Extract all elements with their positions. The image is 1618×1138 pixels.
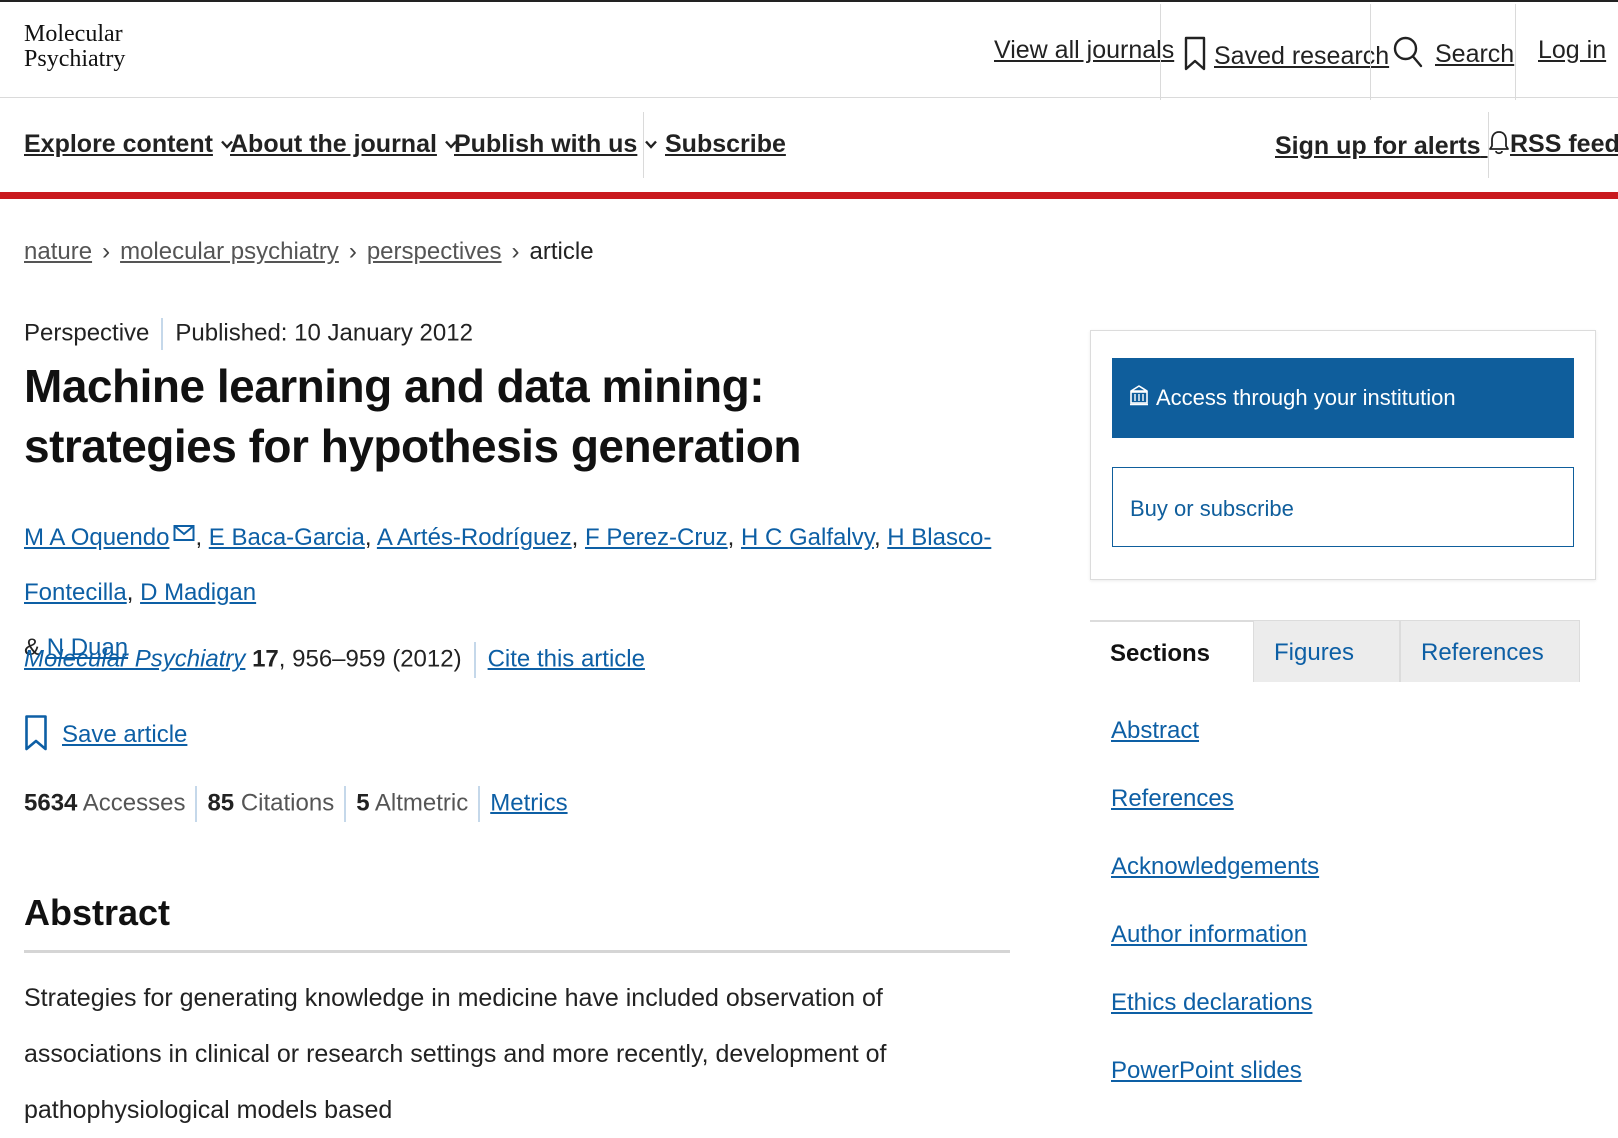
access-box: Access through your institution Buy or s… — [1090, 330, 1596, 580]
altmetric-label: Altmetric — [374, 789, 469, 817]
access-through-institution-button[interactable]: Access through your institution — [1112, 358, 1574, 438]
abstract-heading: Abstract — [24, 892, 171, 933]
section-divider — [24, 950, 1010, 953]
sign-up-alerts-link[interactable]: Sign up for alerts — [1275, 130, 1510, 161]
chevron-right-icon: › — [348, 238, 357, 265]
institution-icon — [1130, 385, 1148, 406]
divider — [344, 786, 347, 822]
divider — [195, 786, 198, 822]
chevron-right-icon: › — [511, 238, 520, 265]
brand-accent-bar — [0, 192, 1618, 199]
search-label: Search — [1435, 40, 1515, 68]
sidebar-tabs: Sections Figures References — [1090, 620, 1580, 682]
nav-explore-content[interactable]: Explore content — [24, 130, 233, 159]
metrics-link[interactable]: Metrics — [490, 789, 567, 816]
section-link-ethics-declarations[interactable]: Ethics declarations — [1111, 989, 1312, 1017]
chevron-down-icon — [645, 140, 658, 149]
saved-research-button[interactable]: Saved research — [1184, 36, 1389, 72]
saved-research-label: Saved research — [1214, 42, 1390, 70]
tab-sections[interactable]: Sections — [1090, 620, 1253, 682]
author-link[interactable]: E Baca-Garcia — [209, 524, 365, 551]
cite-this-article-link[interactable]: Cite this article — [488, 645, 645, 672]
sign-up-alerts-label: Sign up for alerts — [1275, 132, 1481, 160]
nav-explore-content-label: Explore content — [24, 130, 213, 158]
log-in-link[interactable]: Log in — [1538, 36, 1606, 65]
article-metrics: 5634 Accesses 85 Citations 5 Altmetric Metr… — [24, 786, 568, 822]
breadcrumb-current: article — [529, 238, 594, 265]
author-link[interactable]: M A Oquendo — [24, 524, 169, 551]
citations-label: Citations — [240, 789, 335, 817]
save-article-button[interactable]: Save article — [24, 714, 187, 752]
breadcrumb-perspectives[interactable]: perspectives — [367, 238, 502, 265]
divider — [473, 642, 476, 678]
bell-icon — [1488, 131, 1509, 155]
accesses-label: Accesses — [82, 789, 186, 817]
nav-publish-with-us-label: Publish with us — [454, 130, 638, 158]
rss-feed-link[interactable]: RSS feed — [1510, 130, 1618, 159]
email-icon[interactable] — [173, 523, 195, 543]
divider — [1160, 4, 1161, 100]
chevron-right-icon: › — [102, 238, 111, 265]
nav-subscribe[interactable]: Subscribe — [665, 130, 786, 159]
volume: 17 — [252, 645, 279, 673]
section-link-acknowledgements[interactable]: Acknowledgements — [1111, 853, 1319, 881]
altmetric-score: 5 — [356, 789, 370, 817]
author-link[interactable]: A Artés-Rodríguez — [377, 524, 572, 551]
section-link-powerpoint-slides[interactable]: PowerPoint slides — [1111, 1057, 1302, 1085]
divider — [1370, 4, 1371, 100]
main-navigation: Explore content About the journal Publis… — [0, 98, 1618, 196]
section-link-references[interactable]: References — [1111, 785, 1234, 813]
logo-line-2: Psychiatry — [24, 46, 126, 72]
buy-or-subscribe-button[interactable]: Buy or subscribe — [1112, 467, 1574, 547]
citations-count: 85 — [207, 789, 235, 817]
logo-line-1: Molecular — [24, 21, 123, 47]
divider — [161, 318, 164, 350]
article-type: Perspective — [24, 319, 150, 347]
bookmark-icon — [25, 715, 47, 751]
nav-publish-with-us[interactable]: Publish with us — [454, 130, 658, 159]
section-link-abstract[interactable]: Abstract — [1111, 717, 1199, 745]
divider — [1515, 4, 1516, 100]
author-link[interactable]: F Perez-Cruz — [585, 524, 728, 551]
nav-about-journal[interactable]: About the journal — [230, 130, 457, 159]
pages-year: , 956–959 (2012) — [278, 645, 462, 673]
citation-line: Molecular Psychiatry 17, 956–959 (2012) C… — [24, 642, 645, 678]
nav-about-journal-label: About the journal — [230, 130, 437, 158]
author-link[interactable]: D Madigan — [140, 579, 256, 606]
view-all-journals-link[interactable]: View all journals — [994, 36, 1174, 65]
published-date: Published: 10 January 2012 — [175, 319, 473, 347]
accesses-count: 5634 — [24, 789, 78, 817]
divider — [643, 112, 644, 178]
article-title: Machine learning and data mining: strate… — [24, 360, 801, 472]
tab-figures[interactable]: Figures — [1253, 620, 1400, 682]
tab-references[interactable]: References — [1400, 620, 1580, 682]
divider — [478, 786, 481, 822]
save-article-label: Save article — [62, 721, 188, 748]
section-link-author-information[interactable]: Author information — [1111, 921, 1307, 949]
top-header: Molecular Psychiatry View all journals S… — [0, 0, 1618, 100]
buy-or-subscribe-label: Buy or subscribe — [1130, 496, 1294, 521]
journal-link[interactable]: Molecular Psychiatry — [24, 645, 245, 672]
breadcrumb-nature[interactable]: nature — [24, 238, 92, 265]
abstract-text: Strategies for generating knowledge in m… — [24, 984, 887, 1124]
article-meta: Perspective Published: 10 January 2012 — [24, 318, 473, 350]
search-icon — [1393, 36, 1423, 68]
journal-logo[interactable]: Molecular Psychiatry — [24, 22, 125, 72]
access-through-institution-label: Access through your institution — [1156, 385, 1456, 410]
search-button[interactable]: Search — [1393, 36, 1514, 69]
author-link[interactable]: H C Galfalvy — [741, 524, 874, 551]
breadcrumb: nature › molecular psychiatry › perspectives… — [24, 238, 594, 266]
breadcrumb-molecular-psychiatry[interactable]: molecular psychiatry — [120, 238, 339, 265]
divider — [1488, 112, 1489, 178]
bookmark-icon — [1184, 36, 1206, 71]
